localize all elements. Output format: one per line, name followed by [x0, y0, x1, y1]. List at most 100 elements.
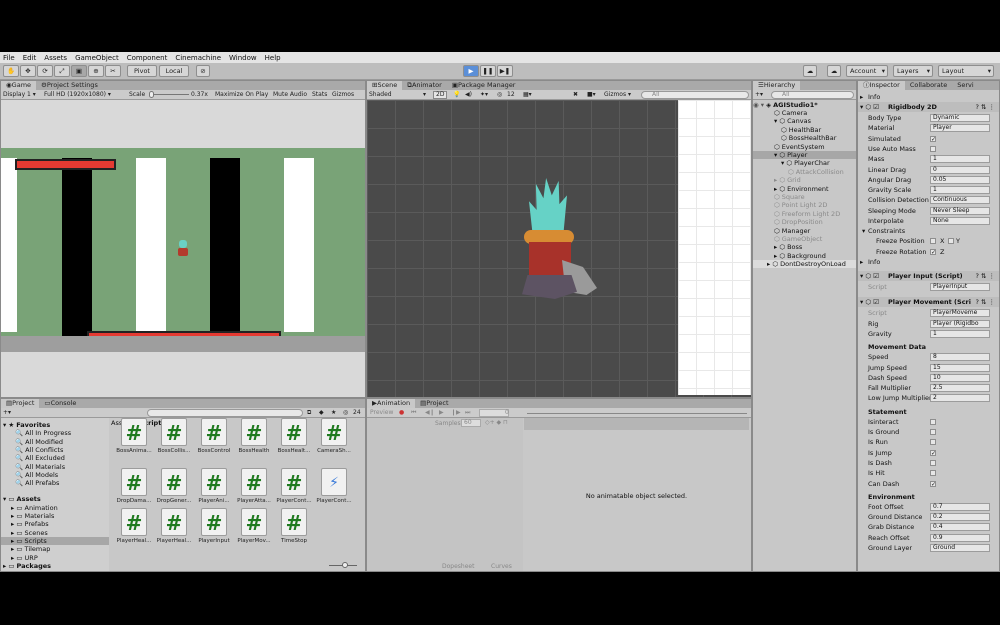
field-value[interactable]: PlayerMoveme [930, 309, 990, 318]
display-dropdown[interactable]: Display 1 ▾ [3, 91, 36, 99]
hierarchy-item[interactable]: ▾ ⬡ Canvas [753, 117, 856, 125]
field-value[interactable]: Ground [930, 544, 990, 552]
prev-key-icon[interactable]: ◀❙ [425, 409, 435, 417]
tab-package-manager[interactable]: ▣ Package Manager [447, 81, 521, 90]
expand-arrow-icon[interactable]: ▾ [862, 226, 865, 236]
scene-view[interactable] [367, 100, 751, 397]
visibility-icon[interactable]: ◎ [497, 91, 502, 99]
asset-folder-item[interactable]: ▸ ▭ Animation [1, 504, 109, 512]
rotate-tool-button[interactable]: ⟳ [37, 65, 53, 77]
add-keyframe-icon[interactable]: ◇+ ◆ ⊓ [485, 419, 508, 426]
pivot-toggle[interactable]: Pivot [127, 65, 157, 77]
scale-tool-button[interactable]: ⤢ [54, 65, 70, 77]
hierarchy-item[interactable]: ⬡ Square [753, 193, 856, 201]
preview-button[interactable]: Preview [370, 409, 393, 417]
field-value[interactable]: Dynamic [930, 114, 990, 122]
field-value[interactable]: 0 [930, 165, 990, 174]
component-menu-icon[interactable]: ? ⇅ ⋮ [975, 102, 995, 112]
checkbox[interactable]: ✓ [930, 449, 936, 456]
field-value[interactable]: 0.7 [930, 502, 990, 511]
rect-tool-button[interactable]: ▣ [71, 65, 87, 77]
layers-dropdown[interactable]: Layers ▾ [893, 65, 933, 77]
play-button[interactable]: ▶ [463, 65, 479, 77]
component-toggle-icon[interactable]: ▾ ⬡ ☑ [860, 297, 879, 307]
hierarchy-item[interactable]: ▸ ⬡ DontDestroyOnLoad [753, 260, 856, 269]
checkbox[interactable] [930, 439, 936, 446]
field-value[interactable]: Player (Rigidbo [930, 319, 990, 328]
hierarchy-item[interactable]: ▸ ⬡ Boss [753, 243, 856, 251]
field-value[interactable]: 10 [930, 373, 990, 382]
tab-services[interactable]: Servi [952, 81, 978, 90]
field-value[interactable]: 15 [930, 363, 990, 372]
field-value[interactable]: PlayerInput [930, 283, 990, 292]
hand-tool-button[interactable]: ✋ [3, 65, 19, 77]
hierarchy-item[interactable]: ⬡ BossHealthBar [753, 134, 856, 142]
field-value[interactable]: Never Sleep [930, 206, 990, 215]
menu-item-gameobject[interactable]: GameObject [75, 54, 119, 62]
favorite-item[interactable]: 🔍 All In Progress [1, 429, 109, 437]
gizmos-toggle[interactable]: Gizmos [332, 91, 354, 99]
component-menu-icon[interactable]: ? ⇅ ⋮ [975, 297, 995, 307]
script-asset[interactable]: # PlayerAtta... [235, 468, 273, 512]
scale-slider[interactable] [151, 94, 189, 95]
asset-folder-item[interactable]: ▸ ▭ Scripts [1, 536, 109, 545]
script-asset[interactable]: # BossHealt... [275, 418, 313, 462]
star-icon[interactable]: ★ [331, 409, 336, 417]
expand-arrow-icon[interactable]: ▸ [860, 92, 863, 102]
hierarchy-item[interactable]: ▸ ⬡ Environment [753, 185, 856, 193]
record-icon[interactable]: ● [399, 409, 404, 417]
mute-audio-toggle[interactable]: Mute Audio [273, 91, 307, 99]
dopesheet-area[interactable]: No animatable object selected. [524, 430, 749, 561]
script-asset[interactable]: # TimeStop [275, 508, 313, 552]
label-icon[interactable]: ◆ [319, 409, 324, 417]
checkbox[interactable] [930, 459, 936, 466]
script-asset[interactable]: # BossAnima... [115, 418, 153, 462]
2d-toggle[interactable]: 2D [433, 91, 448, 99]
tab-animation[interactable]: ▶ Animation [367, 399, 416, 408]
next-key-icon[interactable]: ❙▶ [451, 409, 461, 417]
filter-icon[interactable]: ⧉ [307, 409, 311, 417]
first-key-icon[interactable]: ⏮ [411, 409, 416, 417]
tab-project[interactable]: ▤ Project [1, 399, 40, 408]
lighting-icon[interactable]: 💡 [453, 91, 460, 99]
field-value[interactable]: 1 [930, 329, 990, 338]
field-value[interactable]: 8 [930, 353, 990, 362]
transform-tool-button[interactable]: ⊕ [88, 65, 104, 77]
field-value[interactable]: None [930, 217, 990, 225]
favorite-item[interactable]: 🔍 All Prefabs [1, 479, 109, 487]
menu-item-help[interactable]: Help [265, 54, 281, 62]
field-value[interactable]: Player [930, 124, 990, 133]
step-button[interactable]: ▶❚ [497, 65, 513, 77]
favorite-item[interactable]: 🔍 All Models [1, 471, 109, 479]
script-asset[interactable]: # PlayerCont... [275, 468, 313, 512]
script-asset[interactable]: # DropGener... [155, 468, 193, 512]
shading-dropdown[interactable]: Shaded [369, 91, 392, 99]
script-asset[interactable]: # PlayerAni... [195, 468, 233, 512]
field-value[interactable]: 2 [930, 394, 990, 403]
play-anim-icon[interactable]: ▶ [439, 409, 444, 417]
field-value[interactable]: 1 [930, 186, 990, 195]
menu-item-component[interactable]: Component [127, 54, 168, 62]
asset-folder-item[interactable]: ▸ ▭ Prefabs [1, 520, 109, 528]
menu-item-window[interactable]: Window [229, 54, 257, 62]
script-asset[interactable]: # CameraSh... [315, 418, 353, 462]
maximize-on-play-toggle[interactable]: Maximize On Play [215, 91, 268, 99]
hierarchy-item[interactable]: ⬡ Freeform Light 2D [753, 210, 856, 218]
asset-folder-item[interactable]: ▸ ▭ URP [1, 554, 109, 562]
field-value[interactable]: 0.9 [930, 533, 990, 542]
tab-console[interactable]: ▭ Console [39, 399, 81, 408]
create-asset-dropdown[interactable]: +▾ [3, 409, 11, 417]
tab-project-settings[interactable]: ⚙ Project Settings [36, 81, 103, 90]
hierarchy-item[interactable]: ▸ ⬡ Background [753, 252, 856, 260]
hierarchy-item[interactable]: ⬡ DropPosition [753, 218, 856, 226]
script-asset[interactable]: # BossCollis... [155, 418, 193, 462]
checkbox[interactable] [948, 238, 954, 245]
create-dropdown[interactable]: +▾ [755, 91, 763, 99]
hierarchy-item[interactable]: ⬡ Manager [753, 227, 856, 235]
script-asset[interactable]: # PlayerHeal... [155, 508, 193, 552]
checkbox[interactable] [930, 418, 936, 425]
checkbox[interactable] [930, 429, 936, 435]
field-value[interactable]: Continuous [930, 196, 990, 205]
hierarchy-item[interactable]: ⬡ Camera [753, 109, 856, 117]
custom-tool-button[interactable]: ✂ [105, 65, 121, 77]
